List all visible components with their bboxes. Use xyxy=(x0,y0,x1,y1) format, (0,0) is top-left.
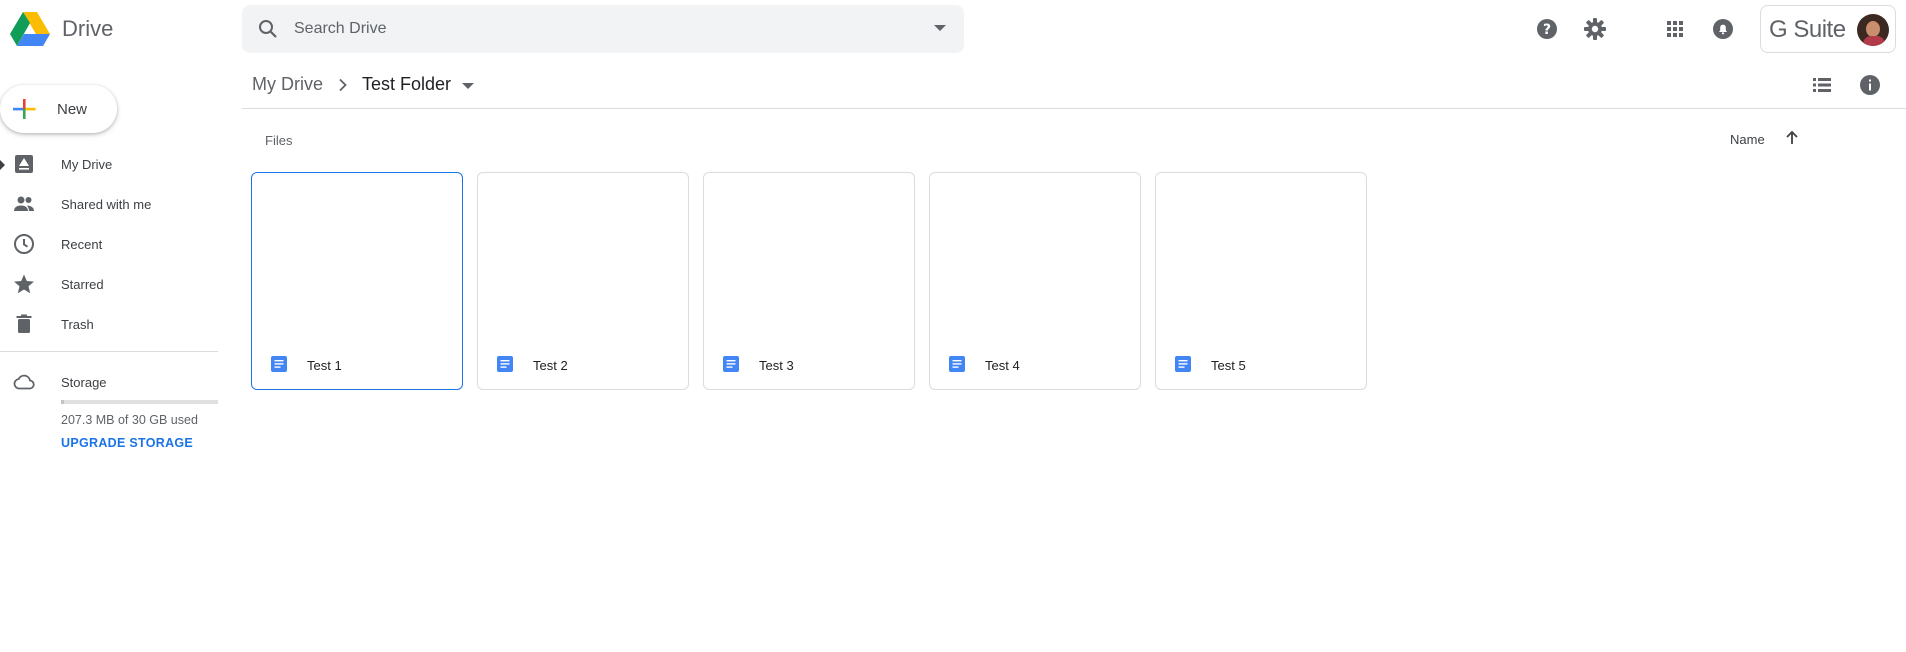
file-card[interactable]: Test 1 xyxy=(251,172,463,390)
breadcrumb-my-drive[interactable]: My Drive xyxy=(252,74,323,95)
trash-icon xyxy=(12,312,36,336)
storage-usage-text: 207.3 MB of 30 GB used xyxy=(61,413,198,427)
breadcrumb-current-folder[interactable]: Test Folder xyxy=(362,74,451,95)
sidebar-item-recent[interactable]: Recent xyxy=(0,224,218,264)
storage-usage-fill xyxy=(61,400,65,404)
star-icon xyxy=(12,272,36,296)
storage-usage-bar xyxy=(61,400,218,404)
sidebar-item-label: Recent xyxy=(61,237,103,252)
app-header: Drive Search Drive ? G Suite xyxy=(0,0,1906,58)
sort-ascending-arrow-icon[interactable] xyxy=(1782,128,1802,148)
upgrade-storage-link[interactable]: UPGRADE STORAGE xyxy=(61,436,193,450)
avatar[interactable] xyxy=(1857,14,1889,46)
google-doc-icon xyxy=(497,356,513,372)
google-doc-icon xyxy=(1175,356,1191,372)
sidebar-item-label: Trash xyxy=(61,317,94,332)
search-icon[interactable] xyxy=(256,17,280,41)
sidebar-item-my-drive[interactable]: My Drive xyxy=(0,144,218,184)
search-bar[interactable]: Search Drive xyxy=(242,5,964,53)
file-title: Test 1 xyxy=(307,358,342,373)
sidebar-item-starred[interactable]: Starred xyxy=(0,264,218,304)
file-title: Test 2 xyxy=(533,358,568,373)
expand-caret-icon[interactable] xyxy=(0,160,5,170)
header-divider xyxy=(242,108,1906,109)
sidebar-item-label: Starred xyxy=(61,277,104,292)
sidebar-item-shared-with-me[interactable]: Shared with me xyxy=(0,184,218,224)
plus-icon xyxy=(12,97,36,121)
file-title: Test 4 xyxy=(985,358,1020,373)
svg-text:?: ? xyxy=(1543,22,1551,38)
folder-menu-dropdown-icon[interactable] xyxy=(462,83,474,89)
drive-logo-icon[interactable] xyxy=(10,12,50,46)
sort-by-name-button[interactable]: Name xyxy=(1730,132,1765,147)
google-doc-icon xyxy=(723,356,739,372)
app-name[interactable]: Drive xyxy=(62,16,113,42)
help-icon[interactable]: ? xyxy=(1535,17,1559,41)
sidebar-divider xyxy=(0,351,218,352)
apps-grid-icon[interactable] xyxy=(1663,17,1687,41)
gsuite-label: G Suite xyxy=(1769,16,1846,43)
settings-icon[interactable] xyxy=(1583,17,1607,41)
notifications-icon[interactable] xyxy=(1711,17,1735,41)
new-button-label: New xyxy=(57,101,88,118)
people-icon xyxy=(12,192,36,216)
file-title: Test 3 xyxy=(759,358,794,373)
file-card[interactable]: Test 2 xyxy=(477,172,689,390)
cloud-icon xyxy=(12,370,36,394)
google-doc-icon xyxy=(271,356,287,372)
file-card[interactable]: Test 3 xyxy=(703,172,915,390)
storage-label: Storage xyxy=(61,375,107,390)
file-card[interactable]: Test 4 xyxy=(929,172,1141,390)
my-drive-icon xyxy=(12,152,36,176)
search-options-dropdown-icon[interactable] xyxy=(934,25,946,31)
info-icon[interactable] xyxy=(1858,73,1882,97)
google-doc-icon xyxy=(949,356,965,372)
sidebar-item-storage[interactable]: Storage xyxy=(0,362,218,402)
gsuite-account-button[interactable]: G Suite xyxy=(1760,5,1896,53)
clock-icon xyxy=(12,232,36,256)
sidebar-item-label: Shared with me xyxy=(61,197,152,212)
new-button[interactable]: New xyxy=(0,85,117,133)
search-input[interactable]: Search Drive xyxy=(294,20,386,38)
files-section-label: Files xyxy=(265,133,293,148)
chevron-right-icon xyxy=(336,78,350,92)
file-title: Test 5 xyxy=(1211,358,1246,373)
sidebar-item-label: My Drive xyxy=(61,157,113,172)
list-view-icon[interactable] xyxy=(1810,73,1834,97)
file-card[interactable]: Test 5 xyxy=(1155,172,1367,390)
sidebar-item-trash[interactable]: Trash xyxy=(0,304,218,344)
